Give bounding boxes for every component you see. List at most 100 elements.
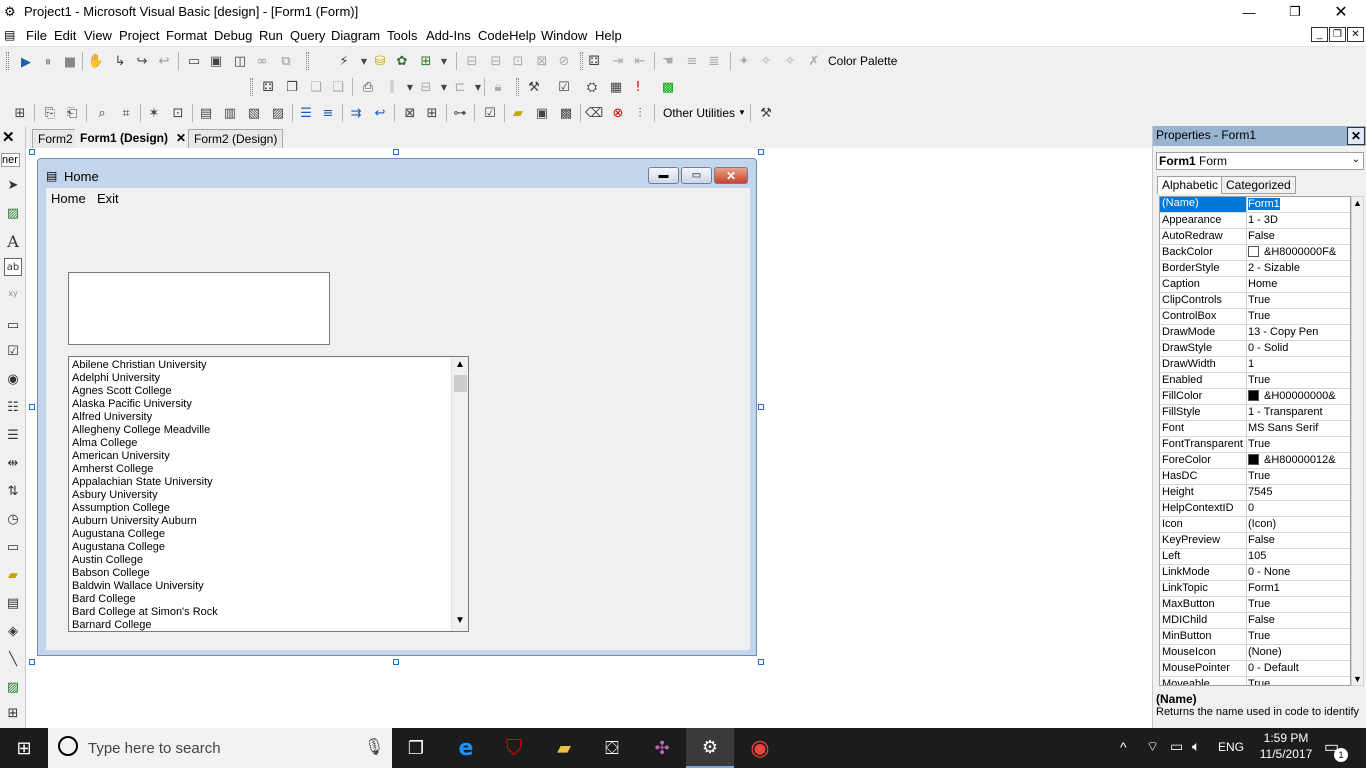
print-icon[interactable]: ⎙ bbox=[360, 79, 376, 95]
list-item[interactable]: Augustana College bbox=[72, 541, 165, 554]
align-icon[interactable]: ⫿ bbox=[384, 79, 400, 95]
property-value[interactable]: True bbox=[1248, 598, 1270, 610]
align-right-icon[interactable]: ⊟ bbox=[488, 53, 504, 69]
filelistbox-tool-icon[interactable]: ▤ bbox=[4, 594, 22, 612]
property-row[interactable]: Font MS Sans Serif bbox=[1160, 421, 1350, 437]
line-tool-icon[interactable]: ╲ bbox=[4, 650, 22, 668]
indent-grid-icon[interactable]: ⚃ bbox=[586, 53, 602, 69]
task-view-icon[interactable]: ❐ bbox=[392, 728, 440, 768]
mcafee-icon[interactable]: ⛉ bbox=[490, 728, 538, 768]
property-value[interactable]: 105 bbox=[1248, 550, 1266, 562]
close-button[interactable]: ✕ bbox=[1318, 0, 1364, 24]
pause-icon[interactable]: ⏸ bbox=[40, 54, 56, 70]
menu-file[interactable]: File bbox=[26, 28, 47, 43]
group-by-icon[interactable]: ⊡ bbox=[510, 53, 526, 69]
tab-close-icon[interactable]: ✕ bbox=[176, 131, 186, 145]
property-value[interactable]: &H80000012& bbox=[1248, 454, 1336, 466]
property-value[interactable]: Form1 bbox=[1248, 198, 1280, 210]
property-value[interactable]: 13 - Copy Pen bbox=[1248, 326, 1318, 338]
frame-tool-icon[interactable]: xy bbox=[4, 284, 22, 302]
bullet-list-icon[interactable]: ≡ bbox=[320, 105, 336, 121]
property-row[interactable]: DrawMode 13 - Copy Pen bbox=[1160, 325, 1350, 341]
property-row[interactable]: MinButton True bbox=[1160, 629, 1350, 645]
property-row[interactable]: LinkMode 0 - None bbox=[1160, 565, 1350, 581]
property-row[interactable]: LinkTopic Form1 bbox=[1160, 581, 1350, 597]
scroll-up-icon[interactable]: ▲ bbox=[1353, 198, 1362, 208]
property-row[interactable]: DrawStyle 0 - Solid bbox=[1160, 341, 1350, 357]
stack-icon[interactable]: ⛭ bbox=[584, 79, 600, 95]
minimize-button[interactable]: — bbox=[1226, 0, 1272, 24]
task-icon[interactable]: ☑ bbox=[482, 105, 498, 121]
find-replace-icon[interactable]: ⌗ bbox=[118, 105, 134, 121]
eraser-icon[interactable]: ⌫ bbox=[585, 105, 603, 121]
checklist-icon[interactable]: ☑ bbox=[556, 79, 572, 95]
list-item[interactable]: Alaska Pacific University bbox=[72, 398, 192, 411]
form-menu-exit[interactable]: Exit bbox=[97, 191, 119, 206]
property-row[interactable]: ClipControls True bbox=[1160, 293, 1350, 309]
property-value[interactable]: Form1 bbox=[1248, 582, 1280, 594]
bookmark-icon[interactable]: ✦ bbox=[736, 53, 752, 69]
listbox-tool-icon[interactable]: ☰ bbox=[4, 426, 22, 444]
list-item[interactable]: Appalachian State University bbox=[72, 476, 213, 489]
file-explorer-icon[interactable]: ▰ bbox=[540, 728, 588, 768]
list-item[interactable]: Bard College bbox=[72, 593, 136, 606]
label-tool-icon[interactable]: A bbox=[4, 232, 22, 251]
mdi-minimize-button[interactable]: _ bbox=[1311, 27, 1328, 42]
list-item[interactable]: Asbury University bbox=[72, 489, 158, 502]
system-clock[interactable]: 1:59 PM 11/5/2017 bbox=[1256, 731, 1316, 761]
combobox-tool-icon[interactable]: ☷ bbox=[4, 398, 22, 416]
property-row[interactable]: BackColor &H8000000F& bbox=[1160, 245, 1350, 261]
tab-form1-design[interactable]: Form1 (Design) ✕ bbox=[75, 129, 192, 148]
taskbar-search-box[interactable]: Type here to search 🎙︎ bbox=[48, 728, 392, 768]
property-value[interactable]: True bbox=[1248, 678, 1270, 685]
windows-start-icon[interactable]: ⊞ bbox=[0, 728, 48, 768]
comment-block-icon[interactable]: ≡ bbox=[684, 53, 700, 69]
menu-run[interactable]: Run bbox=[259, 28, 283, 43]
scroll-down-icon[interactable]: ▼ bbox=[455, 615, 465, 626]
battery-icon[interactable]: ▭ bbox=[1170, 738, 1183, 755]
network-icon[interactable]: ⊶ bbox=[452, 105, 468, 121]
uncomment-block-icon[interactable]: ≣ bbox=[706, 53, 722, 69]
list-item[interactable]: Auburn University Auburn bbox=[72, 515, 197, 528]
add-table-dropdown-icon[interactable]: ▼ bbox=[436, 53, 452, 69]
resize-handle[interactable] bbox=[393, 149, 399, 155]
numbered-list-icon[interactable]: ☰ bbox=[298, 105, 314, 121]
property-value[interactable]: &H8000000F& bbox=[1248, 246, 1336, 258]
add-table-icon[interactable]: ⊞ bbox=[418, 53, 434, 69]
property-value[interactable]: True bbox=[1248, 630, 1270, 642]
step-over-icon[interactable]: ↪ bbox=[134, 53, 150, 69]
alert-icon[interactable]: ! bbox=[630, 79, 646, 95]
other-utilities-chevron-icon[interactable]: ▼ bbox=[738, 108, 746, 117]
align-dropdown-icon[interactable]: ▼ bbox=[402, 79, 418, 95]
edge-icon[interactable]: e bbox=[442, 728, 490, 768]
property-row[interactable]: HelpContextID 0 bbox=[1160, 501, 1350, 517]
clear-bookmarks-icon[interactable]: ✗ bbox=[806, 53, 822, 69]
property-row[interactable]: ForeColor &H80000012& bbox=[1160, 453, 1350, 469]
form1-window[interactable]: ▤ Home ▬ ▭ ✕ Home Exit Abilene Christian… bbox=[37, 158, 757, 656]
indent-icon[interactable]: ⇥ bbox=[610, 53, 626, 69]
verify-icon[interactable]: ⊘ bbox=[556, 53, 572, 69]
add-form-icon[interactable]: ▤ bbox=[198, 105, 214, 121]
binoculars-icon[interactable]: ⌕ bbox=[94, 105, 110, 121]
property-row[interactable]: MousePointer 0 - Default bbox=[1160, 661, 1350, 677]
menu-diagram[interactable]: Diagram bbox=[331, 28, 380, 43]
list-item[interactable]: Allegheny College Meadville bbox=[72, 424, 210, 437]
property-row[interactable]: FillColor &H00000000& bbox=[1160, 389, 1350, 405]
property-value[interactable]: 0 - Default bbox=[1248, 662, 1299, 674]
drivelistbox-tool-icon[interactable]: ▭ bbox=[4, 538, 22, 556]
other-utilities-dropdown[interactable]: Other Utilities bbox=[663, 106, 735, 120]
microphone-icon[interactable]: 🎙︎ bbox=[364, 737, 384, 757]
scroll-up-icon[interactable]: ▲ bbox=[455, 359, 465, 370]
mdi-close-button[interactable]: ✕ bbox=[1347, 27, 1364, 42]
checkbox-tool-icon[interactable]: ☑ bbox=[4, 342, 22, 360]
hscrollbar-tool-icon[interactable]: ⇹ bbox=[4, 454, 22, 472]
wrench-icon[interactable]: ⚒ bbox=[526, 79, 542, 95]
menu-add-ins[interactable]: Add-Ins bbox=[426, 28, 471, 43]
list-item[interactable]: Assumption College bbox=[72, 502, 170, 515]
visual-basic-taskbar-icon[interactable]: ⚙ bbox=[686, 728, 734, 768]
commandbutton-tool-icon[interactable]: ▭ bbox=[4, 316, 22, 334]
color-palette-button[interactable]: Color Palette bbox=[828, 54, 897, 68]
toolbox-close-icon[interactable]: ✕ bbox=[2, 128, 15, 146]
property-row[interactable]: KeyPreview False bbox=[1160, 533, 1350, 549]
form-menu-home[interactable]: Home bbox=[51, 191, 86, 206]
